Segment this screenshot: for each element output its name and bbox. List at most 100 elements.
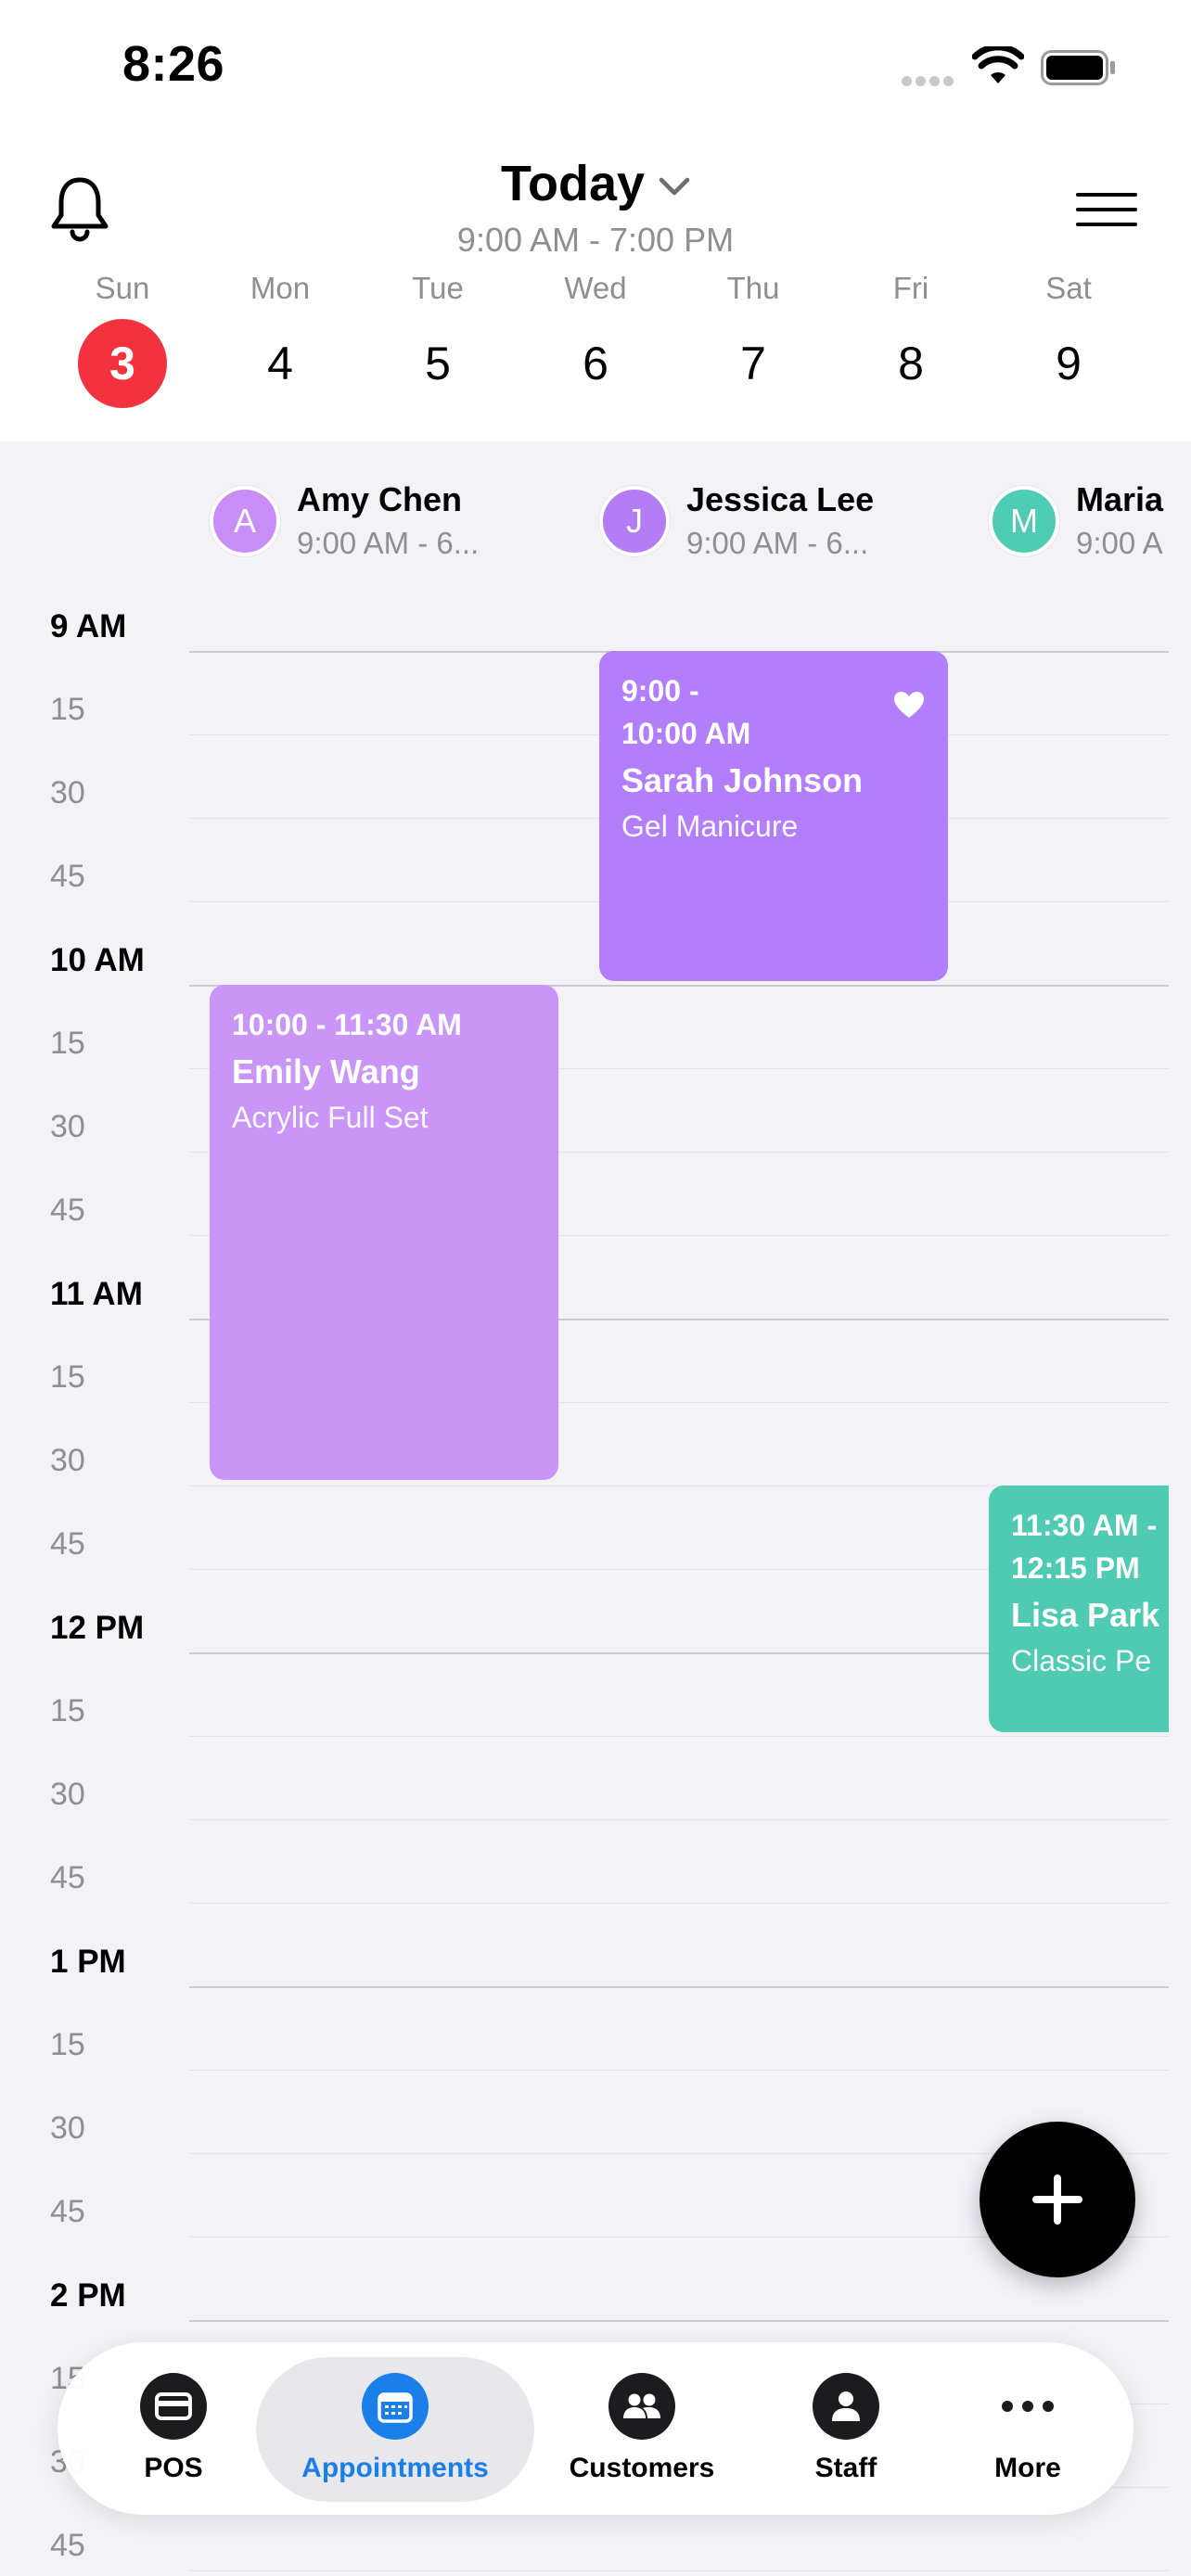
tab-staff[interactable]: Staff <box>781 2342 911 2515</box>
day-number: 8 <box>898 338 924 389</box>
battery-icon <box>1041 50 1115 85</box>
person-icon <box>813 2373 879 2440</box>
tab-pos[interactable]: POS <box>113 2342 234 2515</box>
quarter-gridline <box>189 2570 1169 2571</box>
tab-appointments[interactable]: Appointments <box>256 2342 534 2515</box>
appointment-client: Lisa Park <box>1011 1596 1160 1634</box>
hour-label: 2 PM <box>50 2277 126 2314</box>
hour-gridline <box>189 1986 1169 1988</box>
cellular-signal-icon <box>902 74 959 86</box>
quarter-label: 30 <box>50 2111 85 2146</box>
tab-more[interactable]: More <box>963 2342 1093 2515</box>
people-icon <box>608 2373 675 2440</box>
weekday-label: Wed <box>564 271 627 305</box>
quarter-label: 45 <box>50 2194 85 2229</box>
quarter-label: 45 <box>50 859 85 894</box>
weekday-label: Fri <box>892 271 929 305</box>
appointment-time: 9:00 - <box>621 674 699 708</box>
avatar: J <box>599 486 670 556</box>
weekday-label: Mon <box>250 271 311 305</box>
staff-column-jessica[interactable]: J Jessica Lee 9:00 AM - 6... <box>599 478 874 571</box>
quarter-label: 15 <box>50 2027 85 2062</box>
quarter-label: 30 <box>50 1777 85 1812</box>
staff-name: Amy Chen <box>297 480 463 518</box>
appointment-service: Gel Manicure <box>621 810 799 843</box>
day-sat[interactable]: Sat 9 <box>994 265 1143 408</box>
quarter-gridline <box>189 2070 1169 2071</box>
staff-hours: 9:00 A <box>1076 526 1163 560</box>
schedule-grid[interactable]: 10:00 - 11:30 AM Emily Wang Acrylic Full… <box>0 590 1191 2576</box>
quarter-label: 45 <box>50 2528 85 2563</box>
appointment-client: Emily Wang <box>232 1052 420 1090</box>
wifi-icon <box>972 46 1024 83</box>
tab-label: Staff <box>814 2453 877 2483</box>
day-wed[interactable]: Wed 6 <box>521 265 670 408</box>
quarter-label: 15 <box>50 692 85 727</box>
avatar: A <box>210 486 280 556</box>
business-hours: 9:00 AM - 7:00 PM <box>456 221 735 259</box>
chevron-down-icon <box>659 177 690 196</box>
day-fri[interactable]: Fri 8 <box>837 265 985 408</box>
quarter-label: 45 <box>50 1192 85 1228</box>
hour-label: 11 AM <box>50 1276 143 1312</box>
tab-label: More <box>994 2453 1061 2483</box>
date-title: Today <box>501 156 646 211</box>
quarter-label: 15 <box>50 1359 85 1395</box>
quarter-gridline <box>189 1736 1169 1737</box>
day-tue[interactable]: Tue 5 <box>364 265 512 408</box>
appointment-time: 10:00 AM <box>621 717 751 750</box>
quarter-label: 45 <box>50 1860 85 1895</box>
appointment-card[interactable]: 10:00 - 11:30 AM Emily Wang Acrylic Full… <box>210 985 558 1480</box>
day-sun[interactable]: Sun 3 <box>48 265 197 408</box>
heart-icon <box>894 692 924 718</box>
day-mon[interactable]: Mon 4 <box>206 265 354 408</box>
quarter-label: 15 <box>50 1026 85 1061</box>
appointment-service: Classic Pe <box>1011 1644 1152 1677</box>
hour-label: 9 AM <box>50 608 127 644</box>
quarter-label: 15 <box>50 1693 85 1728</box>
appointment-card[interactable]: 9:00 - 10:00 AM Sarah Johnson Gel Manicu… <box>599 651 948 981</box>
day-number: 9 <box>1056 338 1082 389</box>
staff-column-maria[interactable]: M Maria 9:00 A <box>989 478 1163 571</box>
day-number: 7 <box>740 338 766 389</box>
quarter-label: 30 <box>50 1443 85 1478</box>
week-strip: Sun 3 Mon 4 Tue 5 Wed 6 Thu 7 Fri 8 Sat … <box>39 265 1152 408</box>
card-icon <box>140 2373 207 2440</box>
staff-header: A Amy Chen 9:00 AM - 6... J Jessica Lee … <box>0 441 1191 590</box>
hour-label: 10 AM <box>50 942 145 978</box>
date-selector[interactable]: Today <box>501 154 691 213</box>
weekday-label: Sun <box>95 271 150 305</box>
quarter-label: 30 <box>50 1109 85 1144</box>
day-number: 4 <box>267 338 293 389</box>
ellipsis-icon <box>1002 2373 1054 2440</box>
tab-label: Appointments <box>301 2453 489 2483</box>
appointment-service: Acrylic Full Set <box>232 1101 429 1134</box>
staff-hours: 9:00 AM - 6... <box>297 526 480 560</box>
tab-customers[interactable]: Customers <box>549 2342 735 2515</box>
menu-icon[interactable] <box>1076 191 1137 228</box>
appointment-card[interactable]: 11:30 AM - 12:15 PM Lisa Park Classic Pe <box>989 1486 1169 1732</box>
day-number: 5 <box>425 338 451 389</box>
quarter-gridline <box>189 1903 1169 1904</box>
hour-label: 12 PM <box>50 1610 145 1646</box>
appointment-client: Sarah Johnson <box>621 761 864 799</box>
weekday-label: Sat <box>1045 271 1092 305</box>
appointment-time: 12:15 PM <box>1011 1551 1140 1585</box>
weekday-label: Thu <box>726 271 780 305</box>
day-number-selected: 3 <box>78 319 167 408</box>
day-thu[interactable]: Thu 7 <box>679 265 827 408</box>
add-appointment-button[interactable] <box>980 2122 1135 2277</box>
staff-column-amy[interactable]: A Amy Chen 9:00 AM - 6... <box>210 478 479 571</box>
tab-bar: POS Appointments Customers Staff More <box>58 2342 1133 2515</box>
quarter-label: 30 <box>50 775 85 810</box>
plus-icon <box>1032 2174 1082 2225</box>
weekday-label: Tue <box>412 271 464 305</box>
hour-label: 1 PM <box>50 1944 126 1980</box>
day-number: 6 <box>583 338 608 389</box>
status-time: 8:26 <box>122 36 225 92</box>
calendar-icon <box>362 2373 429 2440</box>
staff-name: Maria <box>1076 480 1164 518</box>
appointment-time: 11:30 AM - <box>1011 1509 1158 1542</box>
tab-label: POS <box>144 2453 203 2483</box>
quarter-gridline <box>189 1819 1169 1820</box>
